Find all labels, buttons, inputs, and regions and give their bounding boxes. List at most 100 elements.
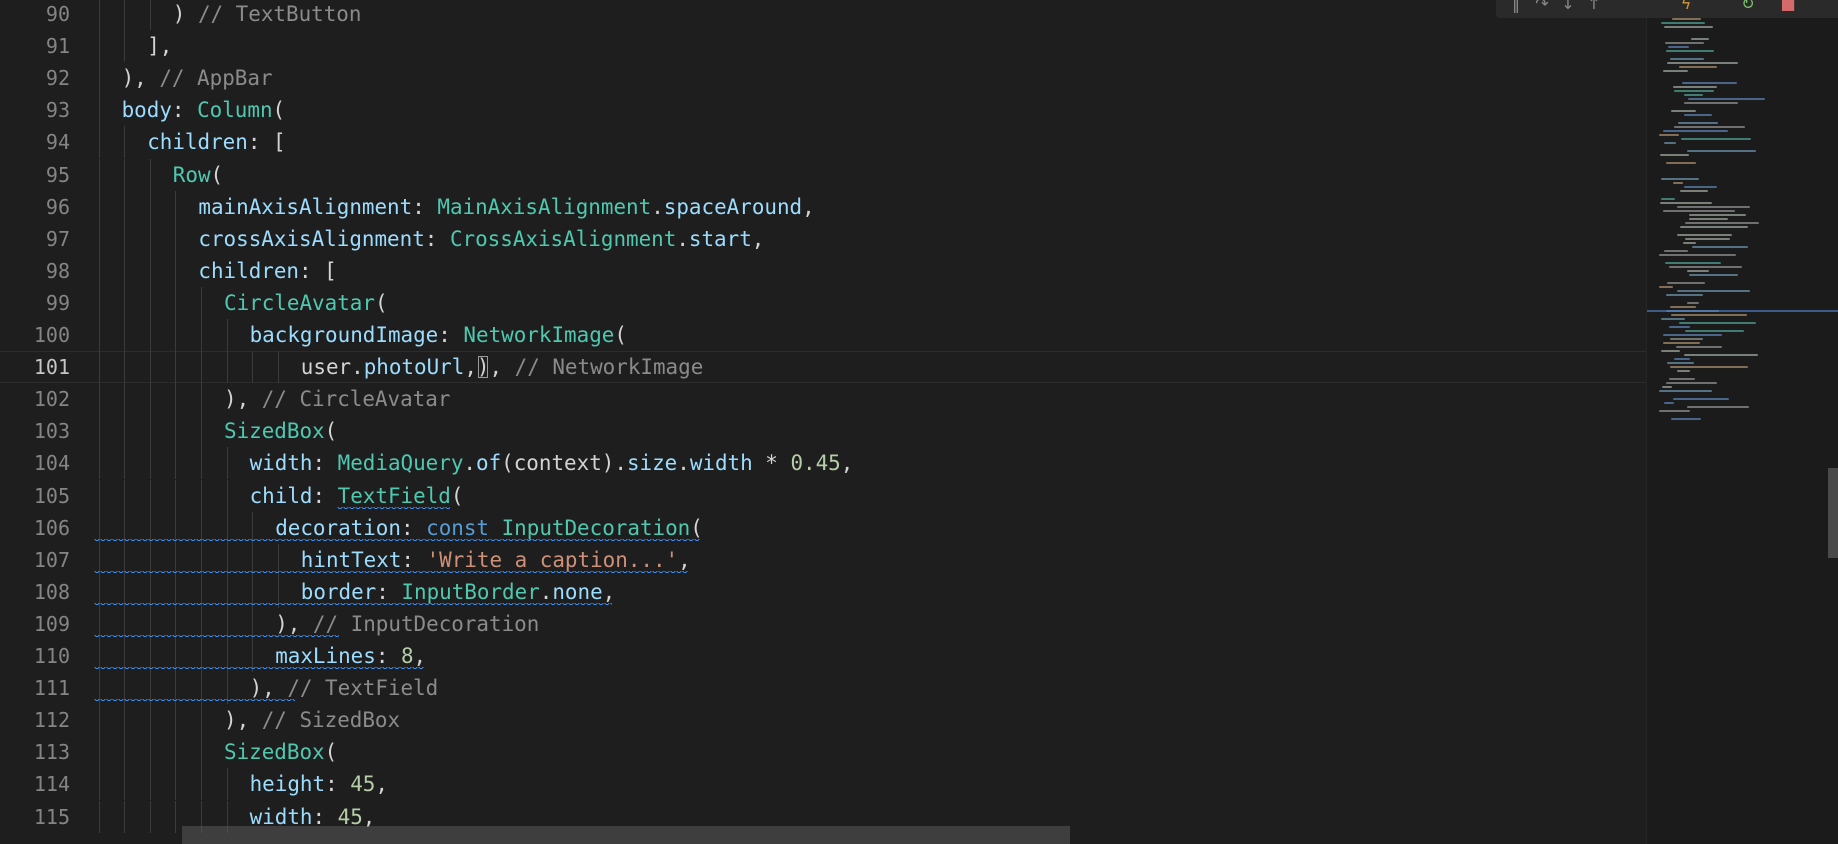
- indent-guide: [226, 447, 228, 480]
- code-line[interactable]: Row(: [0, 159, 223, 191]
- step-over-icon[interactable]: ↷: [1532, 0, 1552, 14]
- vertical-scrollbar-thumb[interactable]: [1828, 468, 1838, 558]
- indent-guide: [175, 351, 177, 384]
- current-code-line[interactable]: user.photoUrl,), // NetworkImage: [0, 351, 1646, 383]
- indent-guide: [124, 286, 126, 319]
- code-line[interactable]: children: [: [0, 126, 286, 158]
- code-token: ),: [224, 708, 262, 733]
- minimap-line: [1663, 342, 1700, 344]
- code-token: :: [438, 323, 464, 347]
- cursor-bracket: ): [476, 355, 490, 380]
- code-line[interactable]: SizedBox(: [0, 415, 337, 447]
- code-token: decoration: [275, 515, 401, 540]
- hot-reload-icon[interactable]: ϟ: [1676, 0, 1696, 14]
- code-token: (: [324, 740, 338, 765]
- code-line[interactable]: body: Column(: [0, 94, 286, 126]
- indent-guide: [98, 222, 100, 255]
- indent-guide: [98, 286, 100, 319]
- indent-guide: [200, 736, 202, 769]
- minimap[interactable]: [1646, 0, 1838, 844]
- code-token: (: [374, 290, 388, 315]
- code-line[interactable]: ) // TextButton: [0, 0, 362, 30]
- minimap-line: [1667, 62, 1738, 64]
- code-token: 8: [400, 644, 414, 668]
- warning-squiggle: [94, 570, 688, 575]
- minimap-line: [1689, 214, 1746, 216]
- code-token: backgroundImage: [249, 323, 439, 347]
- minimap-line: [1684, 114, 1712, 116]
- restart-icon[interactable]: ↻: [1738, 0, 1758, 14]
- code-token: none: [552, 579, 603, 604]
- indent-guide: [226, 768, 228, 801]
- code-area[interactable]: ) // TextButton],), // AppBar body: Colum…: [0, 0, 1646, 844]
- indent-guide: [124, 0, 126, 31]
- code-token: // TextButton: [197, 2, 362, 26]
- code-line[interactable]: ), // AppBar: [0, 62, 273, 94]
- indent-guide: [98, 800, 100, 833]
- code-line[interactable]: SizedBox(: [0, 736, 337, 768]
- minimap-line: [1671, 418, 1701, 420]
- minimap-line: [1667, 362, 1694, 364]
- indent-guide: [98, 415, 100, 448]
- code-line[interactable]: ],: [0, 30, 172, 62]
- pause-icon[interactable]: ‖: [1506, 0, 1526, 14]
- code-line[interactable]: backgroundImage: NetworkImage(: [0, 319, 627, 351]
- indent-guide: [277, 351, 279, 384]
- code-token: (: [210, 162, 224, 187]
- indent-guide: [175, 447, 177, 480]
- code-line[interactable]: ), // CircleAvatar: [0, 383, 450, 415]
- code-token: :: [424, 226, 450, 251]
- stop-icon[interactable]: ■: [1778, 0, 1798, 14]
- code-line[interactable]: width: MediaQuery.of(context).size.width…: [0, 447, 854, 479]
- indent-guide: [124, 319, 126, 352]
- code-token: InputBorder: [401, 579, 540, 604]
- code-token: :: [412, 194, 438, 219]
- indent-guide: [149, 254, 151, 287]
- indent-guide: [149, 190, 151, 223]
- minimap-line: [1677, 290, 1750, 292]
- indent-guide: [124, 158, 126, 191]
- minimap-line: [1666, 294, 1703, 296]
- indent-guide: [98, 30, 100, 63]
- code-token: ),: [275, 611, 313, 636]
- code-token: .: [351, 355, 364, 380]
- code-token: (: [450, 483, 464, 508]
- code-token: TextField: [337, 483, 451, 508]
- indent-guide: [200, 351, 202, 384]
- code-line[interactable]: height: 45,: [0, 768, 388, 800]
- code-token: children: [198, 258, 300, 283]
- minimap-line: [1666, 382, 1717, 384]
- minimap-line: [1679, 322, 1756, 324]
- indent-guide: [98, 383, 100, 416]
- code-line[interactable]: CircleAvatar(: [0, 287, 388, 319]
- indent-guide: [98, 736, 100, 769]
- code-line[interactable]: children: [: [0, 255, 336, 287]
- code-token: maxLines: [275, 644, 376, 668]
- minimap-line: [1664, 250, 1688, 252]
- indent-guide: [124, 351, 126, 384]
- indent-guide: [149, 479, 151, 512]
- indent-guide: [149, 704, 151, 737]
- code-token: // AppBar: [159, 66, 273, 91]
- indent-guide: [98, 704, 100, 737]
- code-token: spaceAround: [663, 194, 803, 219]
- minimap-line: [1679, 66, 1717, 68]
- code-token: 0.45: [790, 451, 841, 476]
- indent-guide: [98, 447, 100, 480]
- minimap-line: [1663, 334, 1722, 336]
- minimap-line: [1692, 246, 1748, 248]
- code-token: ],: [147, 34, 173, 59]
- minimap-line: [1663, 130, 1728, 132]
- minimap-line: [1659, 286, 1673, 288]
- horizontal-scrollbar-thumb[interactable]: [182, 826, 1070, 844]
- code-line[interactable]: mainAxisAlignment: MainAxisAlignment.spa…: [0, 191, 814, 223]
- indent-guide: [175, 704, 177, 737]
- code-editor[interactable]: 90 91 92 93 94 95 96 97 98 99 100 101 102 103 104 105 10…: [0, 0, 1646, 844]
- minimap-line: [1664, 402, 1674, 404]
- code-token: : [: [247, 130, 286, 155]
- minimap-line: [1678, 122, 1718, 124]
- step-out-icon[interactable]: ↑: [1584, 0, 1604, 14]
- code-line[interactable]: crossAxisAlignment: CrossAxisAlignment.s…: [0, 223, 764, 255]
- minimap-line: [1674, 90, 1714, 92]
- step-into-icon[interactable]: ↓: [1558, 0, 1578, 14]
